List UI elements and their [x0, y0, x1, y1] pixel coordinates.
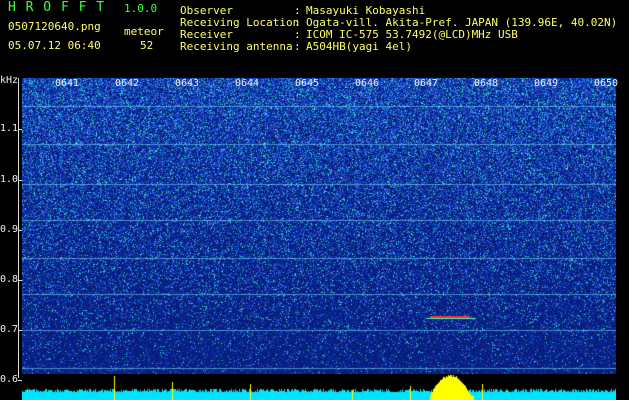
y-tick-label: 1.0: [0, 174, 19, 185]
x-tick-label: 0646: [355, 78, 380, 89]
info-key-antenna: Receiving antenna: [180, 40, 293, 53]
y-axis-line: [18, 78, 19, 378]
y-tick-label: 1.1: [0, 123, 19, 134]
meteor-label: meteor: [124, 25, 164, 38]
x-tick-label: 0644: [235, 78, 260, 89]
app-version: 1.0.0: [124, 2, 158, 15]
x-tick-label: 0641: [55, 78, 80, 89]
x-tick-label: 0649: [534, 78, 559, 89]
spectrogram-display: [22, 78, 616, 374]
x-tick-label: 0642: [115, 78, 140, 89]
meteor-count: 52: [140, 39, 154, 52]
info-sep: :: [294, 40, 301, 53]
file-datetime: 05.07.12 06:40: [8, 39, 101, 52]
x-tick-label: 0643: [175, 78, 200, 89]
x-tick-label: 0650: [594, 78, 619, 89]
signal-level-meter: [22, 374, 616, 400]
info-value-antenna: A504HB(yagi 4el): [306, 40, 412, 53]
x-tick-label: 0648: [474, 78, 499, 89]
x-tick-label: 0647: [414, 78, 439, 89]
file-name: 0507120640.png: [8, 20, 101, 33]
y-axis-unit: kHz: [0, 75, 19, 86]
y-tick-label: 0.6: [0, 374, 19, 385]
spectrogram-noise: [22, 78, 616, 374]
y-tick-label: 0.9: [0, 224, 19, 235]
app-title: H R O F F T: [8, 0, 106, 15]
y-tick-label: 0.7: [0, 324, 19, 335]
x-tick-label: 0645: [295, 78, 320, 89]
y-tick-label: 0.8: [0, 274, 19, 285]
